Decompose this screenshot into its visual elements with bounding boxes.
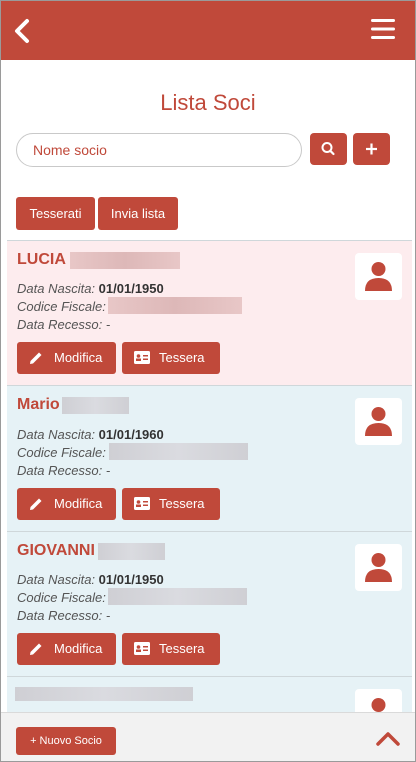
id-card-icon — [134, 497, 150, 510]
tessera-button[interactable]: Tessera — [122, 633, 220, 665]
user-icon — [365, 553, 392, 582]
avatar — [355, 398, 402, 445]
tesserati-button[interactable]: Tesserati — [16, 197, 95, 230]
member-card: GIOVANNI Data Nascita: 01/01/1950 Codice… — [7, 531, 412, 676]
add-button[interactable] — [353, 133, 390, 165]
top-bar — [1, 1, 415, 60]
id-card-icon — [134, 351, 150, 364]
plus-icon — [366, 143, 377, 155]
user-icon — [371, 698, 386, 712]
redacted-surname — [70, 252, 180, 269]
invia-lista-button[interactable]: Invia lista — [98, 197, 178, 230]
page-title: Lista Soci — [160, 90, 256, 115]
member-name: Mario — [17, 396, 60, 413]
user-icon — [365, 407, 392, 436]
recesso-row: Data Recesso: - — [17, 608, 111, 623]
search-icon — [321, 142, 335, 156]
new-member-button[interactable]: + Nuovo Socio — [16, 727, 116, 755]
member-card — [7, 676, 412, 712]
redacted-fiscal-code — [108, 588, 247, 605]
redacted-fiscal-code — [108, 297, 242, 314]
fiscal-code-row: Codice Fiscale: — [17, 299, 106, 314]
birth-date-row: Data Nascita: 01/01/1960 — [17, 427, 164, 442]
fiscal-code-row: Codice Fiscale: — [17, 590, 106, 605]
hamburger-menu-icon[interactable] — [371, 19, 395, 39]
modifica-button[interactable]: Modifica — [17, 488, 116, 520]
redacted-surname — [62, 397, 129, 414]
search-input[interactable]: Nome socio — [16, 133, 302, 167]
avatar — [355, 253, 402, 300]
member-name: LUCIA — [17, 251, 66, 268]
avatar — [355, 689, 402, 712]
id-card-icon — [134, 642, 150, 655]
avatar — [355, 544, 402, 591]
birth-date-row: Data Nascita: 01/01/1950 — [17, 281, 164, 296]
chevron-left-icon[interactable] — [11, 15, 35, 47]
redacted-name — [15, 687, 193, 701]
fiscal-code-row: Codice Fiscale: — [17, 445, 106, 460]
footer-bar: + Nuovo Socio — [1, 712, 415, 761]
member-name: GIOVANNI — [17, 542, 95, 559]
tessera-button[interactable]: Tessera — [122, 488, 220, 520]
redacted-surname — [98, 543, 165, 560]
redacted-fiscal-code — [109, 443, 248, 460]
recesso-row: Data Recesso: - — [17, 463, 111, 478]
tessera-button[interactable]: Tessera — [122, 342, 220, 374]
modifica-button[interactable]: Modifica — [17, 342, 116, 374]
pencil-icon — [30, 643, 42, 655]
chevron-up-icon[interactable] — [375, 731, 401, 747]
recesso-row: Data Recesso: - — [17, 317, 111, 332]
user-icon — [365, 262, 392, 291]
modifica-button[interactable]: Modifica — [17, 633, 116, 665]
birth-date-row: Data Nascita: 01/01/1950 — [17, 572, 164, 587]
member-card: Mario Data Nascita: 01/01/1960 Codice Fi… — [7, 385, 412, 531]
pencil-icon — [30, 352, 42, 364]
search-button[interactable] — [310, 133, 347, 165]
member-card: LUCIA Data Nascita: 01/01/1950 Codice Fi… — [7, 240, 412, 385]
pencil-icon — [30, 498, 42, 510]
